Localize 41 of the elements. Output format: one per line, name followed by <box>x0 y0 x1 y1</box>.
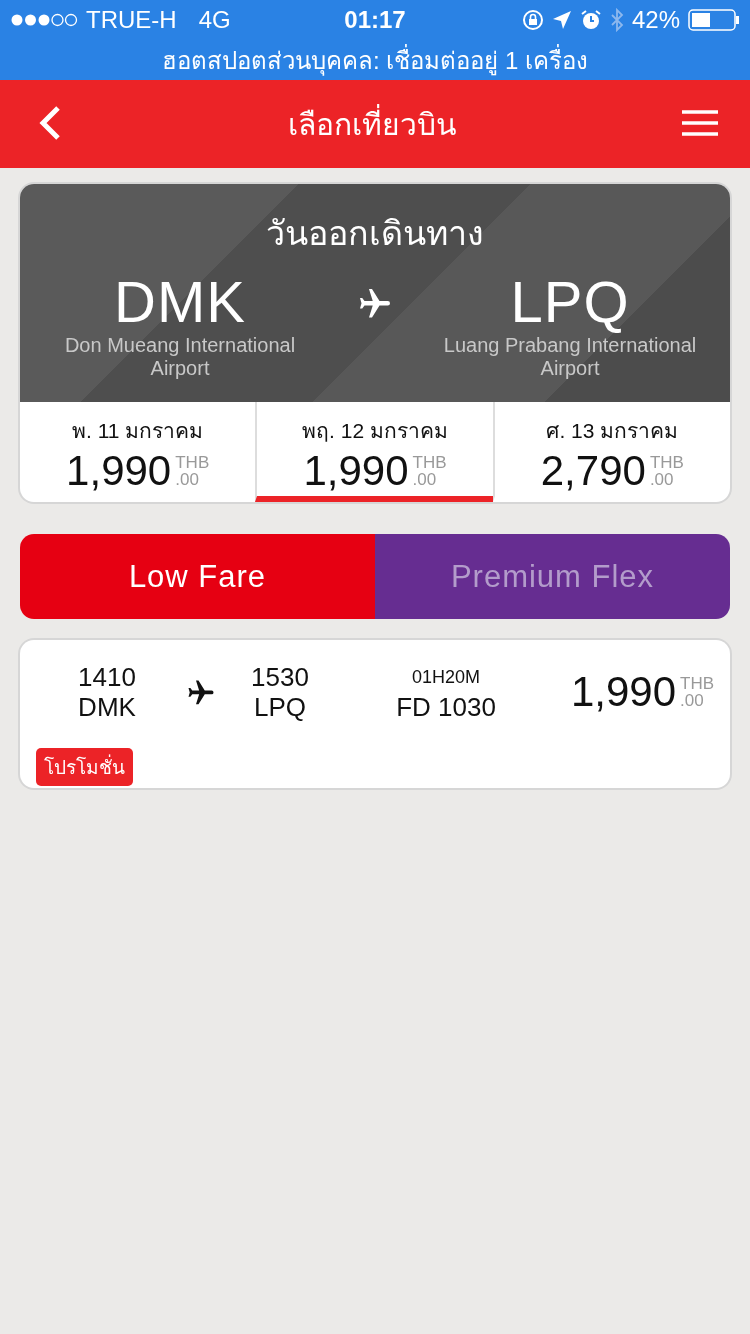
fare-price: 1,990 <box>303 449 409 493</box>
airport-name: Luang Prabang International Airport <box>442 334 698 380</box>
network-type: 4G <box>198 6 231 34</box>
currency-code: THB <box>680 675 714 692</box>
date-label: พฤ. 12 มกราคม <box>302 418 448 444</box>
departure-time: 1410 <box>78 662 136 692</box>
fare-price: 2,790 <box>540 449 646 493</box>
carrier-name: TRUE-H <box>86 6 177 34</box>
airport-name: Don Mueang International Airport <box>63 334 297 380</box>
fare-tab[interactable]: Low Fare <box>20 534 375 619</box>
flight-duration: 01H20M <box>411 666 480 688</box>
date-label: พ. 11 มกราคม <box>72 418 204 444</box>
bluetooth-icon <box>609 8 624 32</box>
price-decimals: .00 <box>175 471 200 488</box>
battery-percent: 42% <box>631 6 680 34</box>
alarm-icon <box>579 9 602 31</box>
arrival-airport: LPQ <box>254 692 306 722</box>
currency-code: THB <box>175 454 210 471</box>
screen-title: เลือกเที่ยวบิน <box>287 100 457 148</box>
flight-number: FD 1030 <box>396 692 496 722</box>
price-decimals: .00 <box>649 471 675 488</box>
fare-tab[interactable]: Premium Flex <box>375 534 730 619</box>
hotspot-message: ฮอตสปอตส่วนบุคคล: เชื่อมต่ออยู่ 1 เครื่อง <box>162 43 588 78</box>
currency-code: THB <box>649 454 684 471</box>
clock-time: 01:17 <box>344 6 406 34</box>
fare-price: 1,990 <box>570 670 676 714</box>
airport-code: DMK <box>114 270 246 334</box>
price-decimals: .00 <box>412 471 438 488</box>
promotion-badge: โปรโมชั่น <box>36 748 133 786</box>
price-decimals: .00 <box>680 692 705 709</box>
currency-code: THB <box>412 454 447 471</box>
fare-price: 1,990 <box>66 449 172 493</box>
location-icon <box>551 10 572 30</box>
battery-icon <box>688 9 740 31</box>
rotation-lock-icon <box>521 9 544 31</box>
menu-button[interactable] <box>682 109 718 139</box>
section-heading: วันออกเดินทาง <box>266 213 484 254</box>
date-label: ศ. 13 มกราคม <box>546 418 679 444</box>
departure-airport: DMK <box>78 692 136 722</box>
arrival-time: 1530 <box>251 662 309 692</box>
signal-icon <box>10 13 78 27</box>
